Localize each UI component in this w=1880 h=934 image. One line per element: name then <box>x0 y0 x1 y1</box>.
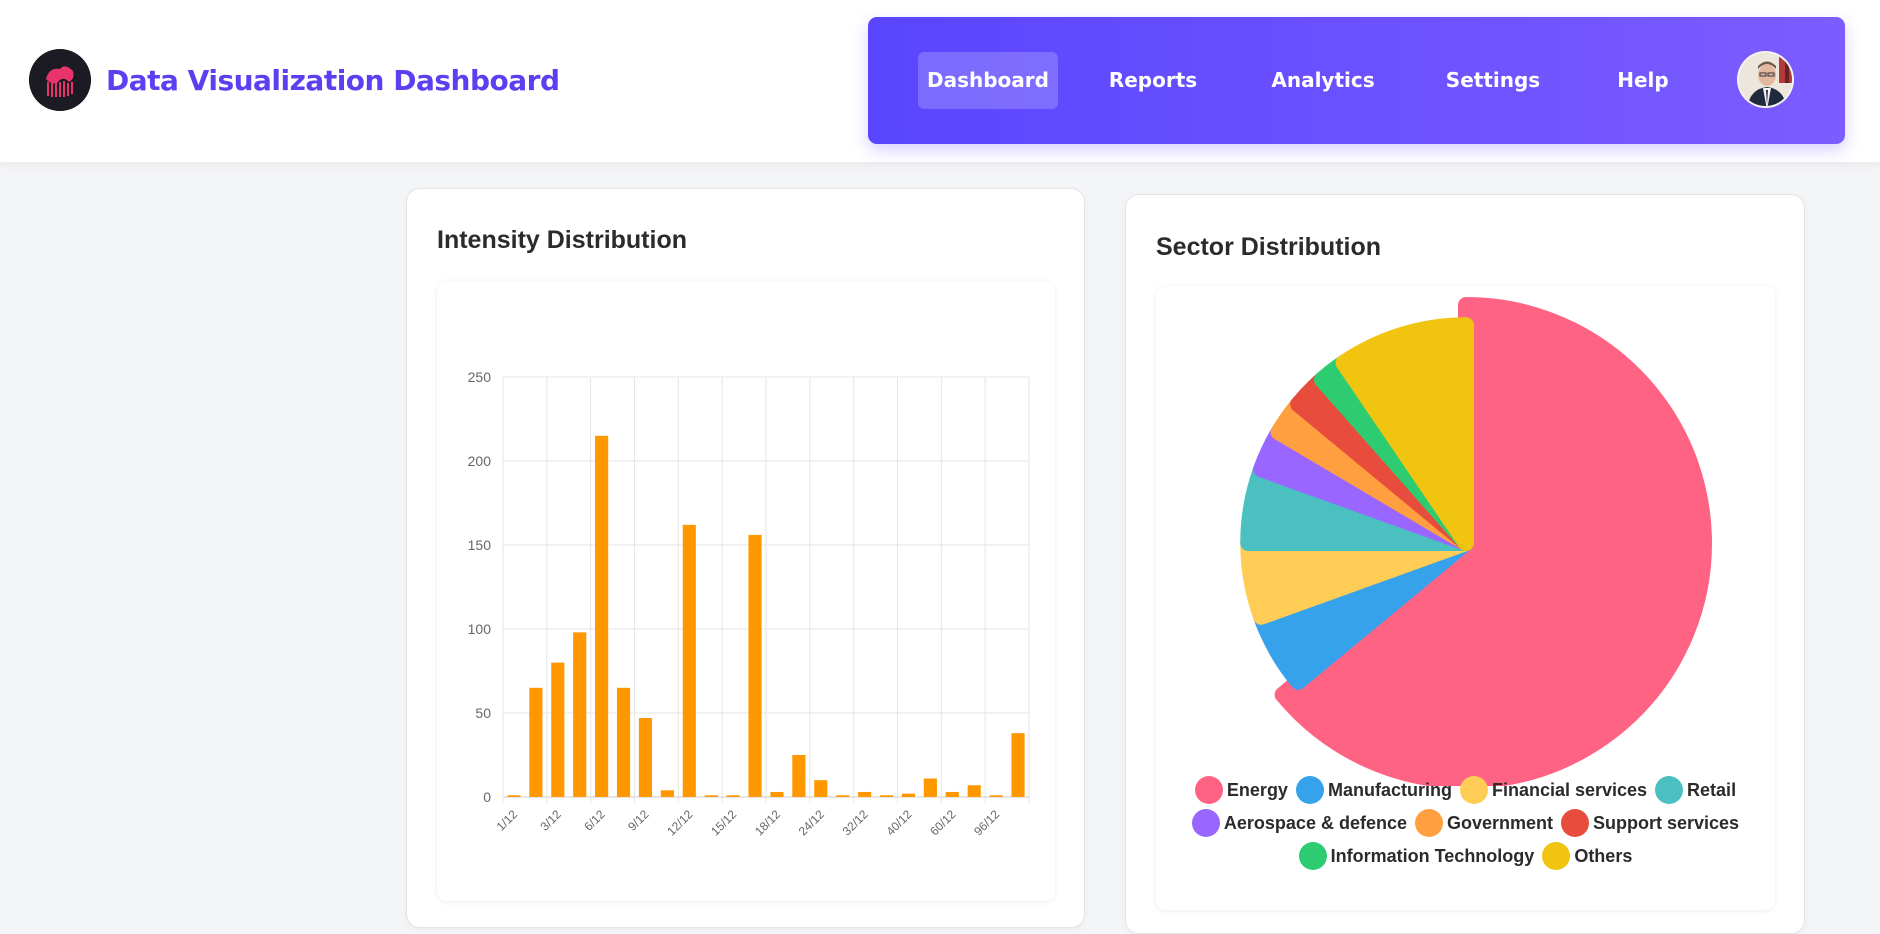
x-tick-label: 6/12 <box>581 807 608 834</box>
nav-analytics[interactable]: Analytics <box>1258 52 1388 109</box>
legend-label: Financial services <box>1491 779 1648 800</box>
legend-label: Energy <box>1226 779 1288 800</box>
intensity-card: Intensity Distribution 0 50 100 150 200 250 1/… <box>406 188 1085 928</box>
legend-row: Energy Manufacturing Financial services Ret… <box>1156 776 1775 804</box>
intensity-bar[interactable] <box>989 795 1003 797</box>
legend-item[interactable]: Aerospace & defence <box>1191 809 1407 837</box>
nav-reports[interactable]: Reports <box>1093 52 1213 109</box>
legend-label: Government <box>1446 812 1554 833</box>
x-tick-label: 15/12 <box>708 807 739 838</box>
y-tick-label: 200 <box>468 453 492 469</box>
x-tick-label: 18/12 <box>752 807 783 838</box>
legend-item[interactable]: Energy <box>1194 776 1288 804</box>
x-tick-label: 40/12 <box>883 807 914 838</box>
y-tick-label: 150 <box>468 537 492 553</box>
intensity-bar[interactable] <box>945 791 959 797</box>
legend-swatch <box>1295 776 1324 804</box>
sector-chart-container: Energy Manufacturing Financial services Ret… <box>1156 286 1775 910</box>
intensity-bar[interactable] <box>660 790 674 797</box>
legend-swatch <box>1414 809 1443 837</box>
legend-swatch <box>1542 842 1571 870</box>
app-title: Data Visualization Dashboard <box>106 63 560 97</box>
legend-item[interactable]: Others <box>1542 842 1632 870</box>
sector-title: Sector Distribution <box>1156 233 1382 261</box>
x-tick-label: 96/12 <box>971 807 1002 838</box>
legend-label: Support services <box>1593 812 1740 833</box>
intensity-bar[interactable] <box>901 793 916 797</box>
x-tick-label: 3/12 <box>537 807 564 834</box>
intensity-bar[interactable] <box>573 632 587 797</box>
intensity-bar[interactable] <box>507 795 521 797</box>
brand[interactable]: Data Visualization Dashboard <box>29 49 560 111</box>
legend-swatch <box>1655 776 1684 804</box>
y-tick-label: 0 <box>483 789 491 805</box>
intensity-bar[interactable] <box>814 780 828 797</box>
nav-help[interactable]: Help <box>1598 52 1688 109</box>
intensity-bar-chart: 0 50 100 150 200 250 1/12 3/12 6/12 9/12 12/12 15/1… <box>468 369 1030 838</box>
legend-label: Others <box>1574 845 1633 866</box>
nav-dashboard[interactable]: Dashboard <box>918 52 1058 109</box>
legend-item[interactable]: Financial services <box>1459 776 1648 804</box>
legend-label: Information Technology <box>1330 845 1535 866</box>
legend-item[interactable]: Government <box>1414 809 1554 837</box>
intensity-chart-container: 0 50 100 150 200 250 1/12 3/12 6/12 9/12 12/12 15/1… <box>437 281 1055 901</box>
intensity-bar[interactable] <box>1011 733 1025 797</box>
intensity-bar[interactable] <box>836 795 850 797</box>
x-tick-label: 32/12 <box>840 807 871 838</box>
sector-legend: Energy Manufacturing Financial services Ret… <box>1156 776 1775 875</box>
x-tick-label: 24/12 <box>796 807 827 838</box>
y-tick-label: 100 <box>468 621 492 637</box>
legend-row: Aerospace & defence Government Support ser… <box>1156 809 1775 837</box>
intensity-bar[interactable] <box>967 785 981 797</box>
top-header: Data Visualization Dashboard Dashboard R… <box>0 0 1880 162</box>
legend-label: Retail <box>1687 779 1737 800</box>
x-tick-label: 12/12 <box>664 807 695 838</box>
legend-label: Aerospace & defence <box>1223 812 1407 833</box>
legend-swatch <box>1459 776 1488 804</box>
app-logo-icon <box>29 49 91 111</box>
x-tick-label: 1/12 <box>494 807 521 834</box>
legend-item[interactable]: Support services <box>1561 809 1739 837</box>
sector-card: Sector Distribution Energy Manufacturing F… <box>1125 194 1805 934</box>
user-avatar[interactable] <box>1737 51 1794 108</box>
intensity-bar[interactable] <box>923 778 937 797</box>
legend-swatch <box>1194 776 1223 804</box>
sector-pie-chart <box>1240 297 1712 786</box>
legend-swatch <box>1561 809 1590 837</box>
legend-item[interactable]: Information Technology <box>1298 842 1535 870</box>
y-tick-label: 50 <box>475 705 491 721</box>
intensity-bar[interactable] <box>879 795 894 797</box>
intensity-bar[interactable] <box>726 795 740 797</box>
legend-row: Information Technology Others <box>1156 842 1775 870</box>
intensity-bar[interactable] <box>682 524 696 797</box>
intensity-bar[interactable] <box>551 662 565 797</box>
intensity-bar[interactable] <box>748 534 762 797</box>
intensity-title: Intensity Distribution <box>437 226 687 254</box>
intensity-bar[interactable] <box>529 687 543 797</box>
intensity-bar[interactable] <box>595 435 609 797</box>
intensity-bar[interactable] <box>638 718 653 797</box>
intensity-bar[interactable] <box>616 687 631 797</box>
legend-item[interactable]: Retail <box>1655 776 1736 804</box>
y-tick-label: 250 <box>468 369 492 385</box>
x-tick-label: 60/12 <box>927 807 958 838</box>
intensity-bar[interactable] <box>704 795 718 797</box>
legend-label: Manufacturing <box>1327 779 1452 800</box>
intensity-bar[interactable] <box>792 755 806 797</box>
legend-item[interactable]: Manufacturing <box>1295 776 1452 804</box>
x-tick-label: 9/12 <box>625 807 652 834</box>
intensity-bar[interactable] <box>770 791 784 797</box>
nav-settings[interactable]: Settings <box>1433 52 1553 109</box>
legend-swatch <box>1298 842 1327 870</box>
intensity-bar[interactable] <box>858 791 872 797</box>
legend-swatch <box>1191 809 1220 837</box>
main-nav: Dashboard Reports Analytics Settings Hel… <box>868 17 1845 144</box>
